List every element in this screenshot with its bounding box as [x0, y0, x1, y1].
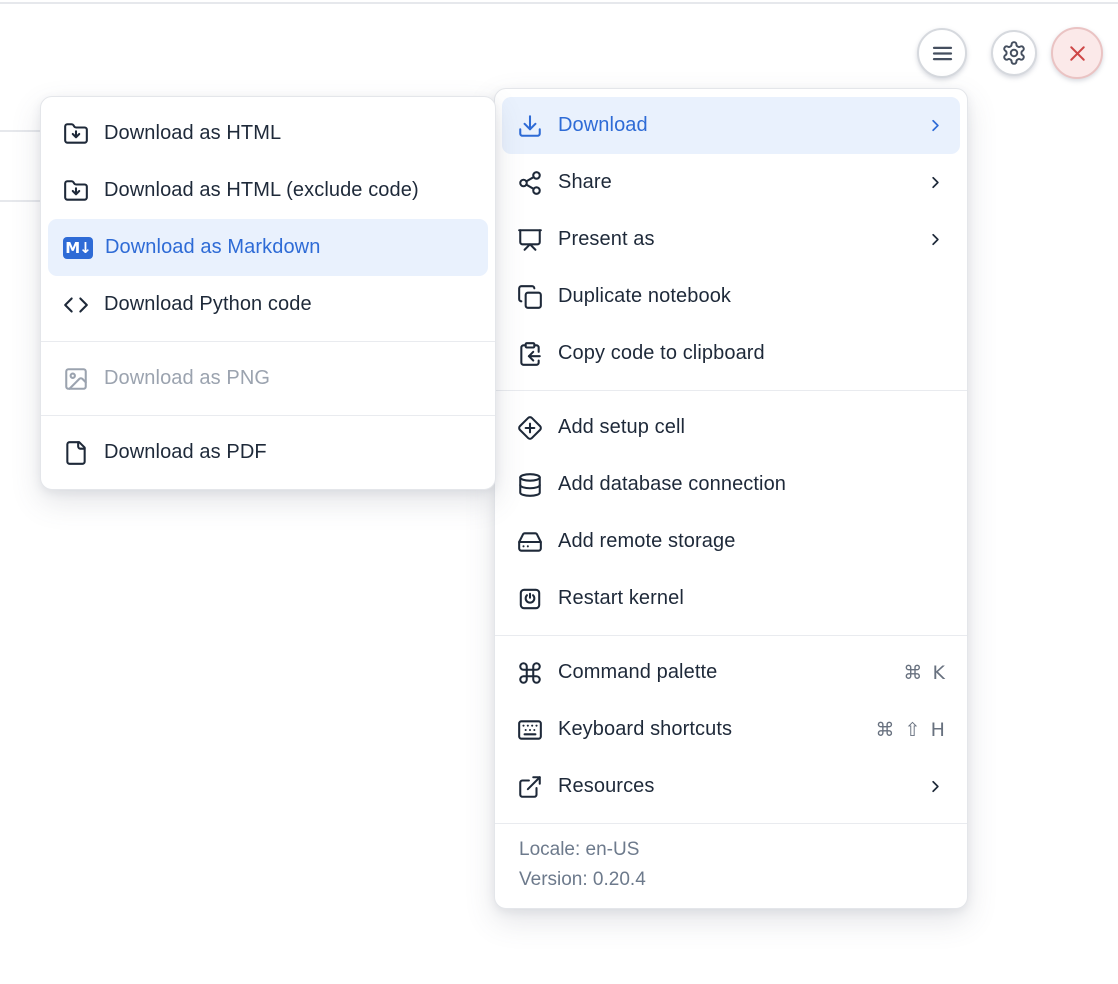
menu-item-present-as[interactable]: Present as: [502, 211, 960, 268]
menu-item-label: Resources: [558, 775, 926, 798]
chevron-right-icon: [926, 777, 945, 796]
menu-section: Download as PNG: [41, 341, 495, 415]
download-submenu: Download as HTML Download as HTML (exclud…: [40, 96, 496, 490]
notebook-page: { "toolbar": { "buttons": [ { "name": "n…: [0, 0, 1118, 984]
database-icon: [517, 472, 543, 498]
menu-item-keyboard-shortcuts[interactable]: Keyboard shortcuts⌘ ⇧ H: [502, 701, 960, 758]
menu-section: Command palette⌘KKeyboard shortcuts⌘⇧HRe…: [495, 635, 967, 823]
menu-item-label: Keyboard shortcuts: [558, 718, 875, 741]
menu-item-label: Download as PNG: [104, 367, 473, 390]
menu-item-share[interactable]: Share: [502, 154, 960, 211]
chevron-right-icon: [926, 116, 945, 135]
shortcut-key: K: [932, 662, 945, 684]
shortcut-hint: ⌘K: [903, 662, 945, 684]
menu-item-label: Add remote storage: [558, 530, 945, 553]
power-square-icon: [517, 586, 543, 612]
menu-item-download-python-code[interactable]: Download Python code: [48, 276, 488, 333]
menu-item-label: Copy code to clipboard: [558, 342, 945, 365]
menu-item-download-as-png: Download as PNG: [48, 350, 488, 407]
keyboard-icon: [517, 717, 543, 743]
menu-item-restart-kernel[interactable]: Restart kernel: [502, 570, 960, 627]
page-top-border: [0, 2, 1118, 4]
shortcut-key: ⌘: [875, 719, 894, 741]
markdown-icon: M↓: [63, 235, 93, 261]
notebook-actions-button[interactable]: [917, 28, 967, 78]
chevron-right-icon: [926, 230, 945, 249]
menu-section: Add setup cell Add database connection Add…: [495, 390, 967, 635]
background-cell-border: [0, 200, 40, 202]
menu-item-label: Download as Markdown: [105, 236, 473, 259]
file-icon: [63, 440, 89, 466]
menu-item-label: Command palette: [558, 661, 903, 684]
gear-icon: [1001, 40, 1027, 66]
locale-text: Locale: en-US: [519, 835, 943, 865]
shortcut-key: ⇧: [905, 719, 921, 741]
shortcut-key: ⌘: [903, 662, 922, 684]
menu-item-download-as-html[interactable]: Download as HTML: [48, 105, 488, 162]
menu-section: Download as PDF: [41, 415, 495, 489]
menu-item-add-remote-storage[interactable]: Add remote storage: [502, 513, 960, 570]
menu-item-label: Present as: [558, 228, 926, 251]
menu-item-label: Restart kernel: [558, 587, 945, 610]
external-link-icon: [517, 774, 543, 800]
menu-item-duplicate-notebook[interactable]: Duplicate notebook: [502, 268, 960, 325]
menu-section: Download as HTML Download as HTML (exclud…: [41, 97, 495, 341]
menu-item-add-setup-cell[interactable]: Add setup cell: [502, 399, 960, 456]
shutdown-button[interactable]: [1051, 27, 1103, 79]
menu-item-copy-code-to-clipboard[interactable]: Copy code to clipboard: [502, 325, 960, 382]
folder-down-icon: [63, 178, 89, 204]
notebook-menu: Download Share Present as Duplicate noteboo…: [494, 88, 968, 909]
shortcut-hint: ⌘ ⇧ H: [875, 719, 945, 741]
hard-drive-icon: [517, 529, 543, 555]
menu-item-label: Duplicate notebook: [558, 285, 945, 308]
background-cell-border: [0, 130, 40, 132]
command-icon: [517, 660, 543, 686]
menu-item-label: Download as HTML (exclude code): [104, 179, 473, 202]
menu-item-download-as-pdf[interactable]: Download as PDF: [48, 424, 488, 481]
menu-item-label: Add database connection: [558, 473, 945, 496]
menu-item-label: Download as PDF: [104, 441, 473, 464]
settings-button[interactable]: [991, 30, 1037, 76]
hamburger-icon: [929, 40, 956, 67]
menu-item-download-as-markdown[interactable]: M↓ Download as Markdown: [48, 219, 488, 276]
menu-item-resources[interactable]: Resources: [502, 758, 960, 815]
menu-item-label: Download Python code: [104, 293, 473, 316]
code-icon: [63, 292, 89, 318]
chevron-right-icon: [926, 173, 945, 192]
menu-item-label: Add setup cell: [558, 416, 945, 439]
menu-item-command-palette[interactable]: Command palette⌘K: [502, 644, 960, 701]
menu-item-label: Download: [558, 114, 926, 137]
notebook-menu-sections: Download Share Present as Duplicate noteboo…: [495, 89, 967, 823]
menu-item-add-database-connection[interactable]: Add database connection: [502, 456, 960, 513]
close-icon: [1065, 41, 1090, 66]
menu-section: Download Share Present as Duplicate noteboo…: [495, 89, 967, 390]
version-text: Version: 0.20.4: [519, 865, 943, 895]
download-icon: [517, 113, 543, 139]
menu-item-download-as-html-exclude-code[interactable]: Download as HTML (exclude code): [48, 162, 488, 219]
download-submenu-sections: Download as HTML Download as HTML (exclud…: [41, 97, 495, 489]
menu-footer: Locale: en-US Version: 0.20.4: [495, 823, 967, 908]
menu-item-label: Share: [558, 171, 926, 194]
shortcut-key: H: [931, 719, 945, 741]
duplicate-icon: [517, 284, 543, 310]
diamond-plus-icon: [517, 415, 543, 441]
image-icon: [63, 366, 89, 392]
clipboard-copy-icon: [517, 341, 543, 367]
menu-item-label: Download as HTML: [104, 122, 473, 145]
menu-item-download[interactable]: Download: [502, 97, 960, 154]
folder-down-icon: [63, 121, 89, 147]
share-icon: [517, 170, 543, 196]
presentation-icon: [517, 227, 543, 253]
